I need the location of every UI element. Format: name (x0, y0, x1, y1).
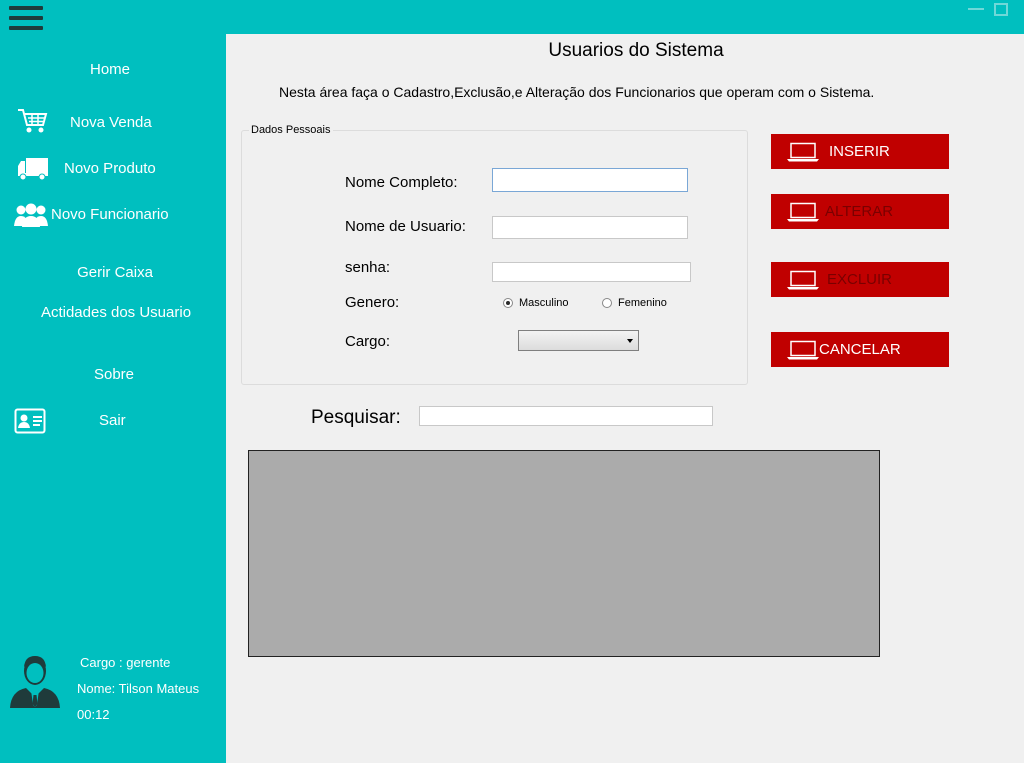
pesquisar-label: Pesquisar: (311, 407, 401, 428)
nome-completo-input[interactable] (492, 168, 688, 192)
group-legend: Dados Pessoais (249, 124, 333, 136)
nome-completo-label: Nome Completo: (345, 174, 458, 191)
cancelar-label: CANCELAR (819, 341, 901, 358)
radio-selected-icon (503, 298, 513, 308)
hamburger-menu-icon[interactable] (9, 6, 43, 30)
maximize-icon[interactable] (994, 3, 1008, 16)
main-content: Usuarios do Sistema Nesta área faça o Ca… (226, 34, 1024, 763)
masculino-label: Masculino (519, 297, 569, 309)
sidebar-item-sair[interactable]: Sair (99, 412, 126, 429)
laptop-icon (787, 340, 819, 360)
nome-usuario-label: Nome de Usuario: (345, 218, 466, 235)
sidebar-item-actividades[interactable]: Actidades dos Usuario (0, 304, 232, 321)
nome-usuario-input[interactable] (492, 216, 688, 239)
sidebar-item-sobre[interactable]: Sobre (0, 366, 228, 383)
alterar-label: ALTERAR (825, 203, 894, 220)
laptop-icon (787, 270, 819, 290)
cargo-select[interactable] (518, 330, 639, 351)
users-icon (14, 203, 48, 227)
radio-unselected-icon (602, 298, 612, 308)
femenino-label: Femenino (618, 297, 667, 309)
minimize-icon[interactable] (968, 8, 984, 10)
sidebar-item-home[interactable]: Home (0, 61, 220, 78)
sidebar: Home Nova Venda Novo Produto Novo Funcio… (0, 34, 226, 763)
cart-icon (18, 109, 48, 133)
genero-label: Genero: (345, 294, 400, 311)
excluir-label: EXCLUIR (827, 271, 893, 288)
dropdown-arrow-icon (627, 339, 633, 343)
user-avatar-icon (10, 656, 60, 708)
cancelar-button[interactable]: CANCELAR (771, 332, 949, 367)
user-cargo: Cargo : gerente (80, 655, 171, 670)
search-input[interactable] (419, 406, 713, 426)
sidebar-item-gerir-caixa[interactable]: Gerir Caixa (0, 264, 230, 281)
cargo-label: Cargo: (345, 333, 391, 350)
alterar-button[interactable]: ALTERAR (771, 194, 949, 229)
sidebar-item-nova-venda[interactable]: Nova Venda (70, 114, 152, 131)
inserir-button[interactable]: INSERIR (771, 134, 949, 169)
laptop-icon (787, 202, 819, 222)
page-title: Usuarios do Sistema (548, 40, 724, 61)
inserir-label: INSERIR (829, 143, 890, 160)
senha-label: senha: (345, 259, 391, 276)
users-data-grid[interactable] (248, 450, 880, 657)
truck-icon (18, 158, 48, 181)
genero-masculino-radio[interactable]: Masculino (503, 297, 569, 309)
title-bar (0, 0, 1024, 34)
laptop-icon (787, 142, 819, 162)
id-card-icon (14, 408, 46, 434)
sidebar-item-novo-produto[interactable]: Novo Produto (64, 160, 156, 177)
page-description: Nesta área faça o Cadastro,Exclusão,e Al… (279, 84, 875, 100)
excluir-button[interactable]: EXCLUIR (771, 262, 949, 297)
senha-input[interactable] (492, 262, 691, 282)
user-nome: Nome: Tilson Mateus (77, 681, 200, 696)
sidebar-item-novo-funcionario[interactable]: Novo Funcionario (51, 206, 169, 223)
genero-femenino-radio[interactable]: Femenino (602, 297, 667, 309)
session-time: 00:12 (77, 707, 110, 722)
